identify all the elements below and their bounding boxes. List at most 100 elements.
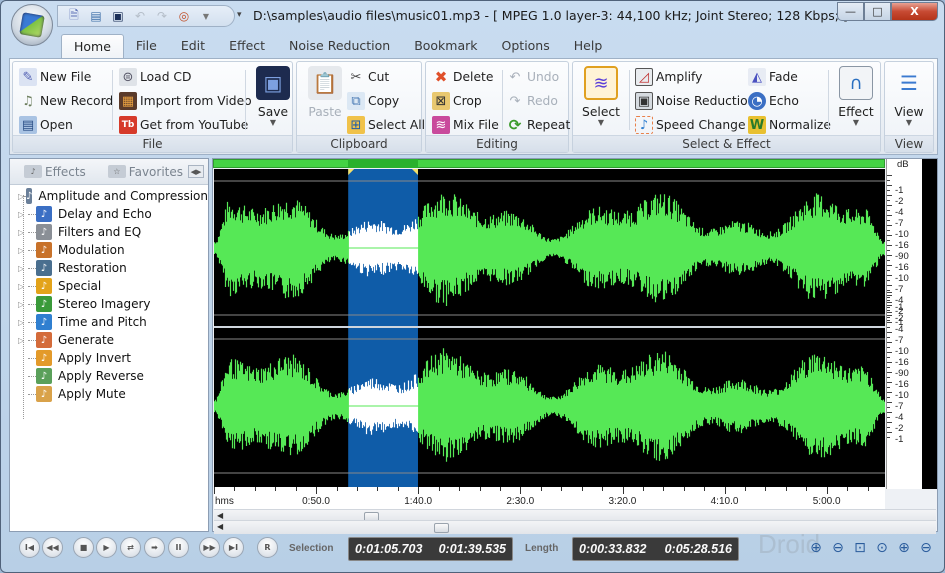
tab-noise-reduction[interactable]: Noise Reduction xyxy=(277,34,402,58)
new-file-icon[interactable]: 🗎 xyxy=(66,8,82,24)
tree-item[interactable]: ▷ ♪ Restoration xyxy=(10,259,208,277)
effect-button[interactable]: ∩ Effect ▼ xyxy=(832,66,880,136)
tree-item[interactable]: ▷ ♪ Modulation xyxy=(10,241,208,259)
tab-effect[interactable]: Effect xyxy=(217,34,277,58)
import-from-video-button[interactable]: ▦ Import from Video xyxy=(119,90,252,112)
tab-file[interactable]: File xyxy=(124,34,169,58)
zoom-out-vertical-icon[interactable]: ⊖ xyxy=(917,539,935,557)
speed-change-button[interactable]: ♪ Speed Change xyxy=(635,114,746,136)
get-from-youtube-button[interactable]: Tb Get from YouTube xyxy=(119,114,248,136)
save-icon[interactable]: ▣ xyxy=(110,8,126,24)
zoom-in-horizontal-icon[interactable]: ⊕ xyxy=(807,539,825,557)
db-tick-label: -4 xyxy=(895,412,904,423)
scroll-left-icon[interactable]: ◀ xyxy=(217,511,223,520)
timeline-tick xyxy=(234,487,236,491)
open-icon[interactable]: ▤ xyxy=(88,8,104,24)
paste-button[interactable]: 📋 Paste xyxy=(301,66,349,136)
expand-arrow-icon[interactable]: ▷ xyxy=(18,246,28,255)
cd-icon[interactable]: ◎ xyxy=(176,8,192,24)
tree-item[interactable]: ▷ ♪ Amplitude and Compression xyxy=(10,187,208,205)
new-file-button[interactable]: ✎ New File xyxy=(19,66,91,88)
minimize-button[interactable]: — xyxy=(837,2,864,21)
expand-arrow-icon[interactable]: ▷ xyxy=(18,300,28,309)
maximize-button[interactable]: □ xyxy=(864,2,891,21)
expand-arrow-icon[interactable]: ▷ xyxy=(18,318,28,327)
tree-item[interactable]: ▷ ♪ Stereo Imagery xyxy=(10,295,208,313)
tree-item[interactable]: ▷ ♪ Special xyxy=(10,277,208,295)
customize-toolbar-icon[interactable]: ▾ xyxy=(237,10,242,20)
overview-bar[interactable] xyxy=(213,159,885,168)
view-button[interactable]: ☰ View ▼ xyxy=(885,66,933,136)
delete-button[interactable]: ✖ Delete xyxy=(432,66,494,88)
app-menu-button[interactable] xyxy=(11,4,53,46)
mix-file-button[interactable]: ≋ Mix File xyxy=(432,114,499,136)
db-tick xyxy=(887,315,892,316)
tab-favorites[interactable]: ☆ Favorites xyxy=(94,165,191,179)
echo-button[interactable]: ◔ Echo xyxy=(748,90,799,112)
scroll-left-icon[interactable]: ◀ xyxy=(217,522,223,531)
fade-button[interactable]: ◭ Fade xyxy=(748,66,798,88)
cut-button[interactable]: ✂ Cut xyxy=(347,66,390,88)
load-cd-button[interactable]: ⊜ Load CD xyxy=(119,66,191,88)
pause-button[interactable]: II xyxy=(168,537,189,558)
zoom-out-horizontal-icon[interactable]: ⊖ xyxy=(829,539,847,557)
tab-effects[interactable]: ♪ Effects xyxy=(10,165,94,179)
zoom-selection-icon[interactable]: ⊡ xyxy=(851,539,869,557)
tab-help[interactable]: Help xyxy=(562,34,615,58)
save-button[interactable]: ▣ Save ▼ xyxy=(249,66,297,136)
select-button[interactable]: ≋ Select ▼ xyxy=(577,66,625,136)
chevron-down-icon[interactable]: ▼ xyxy=(198,8,214,24)
noise-reduction-button[interactable]: ▣ Noise Reduction xyxy=(635,90,756,112)
tree-item[interactable]: ♪ Apply Invert xyxy=(10,349,208,367)
expand-arrow-icon[interactable]: ▷ xyxy=(18,336,28,345)
expand-arrow-icon[interactable]: ▷ xyxy=(18,228,28,237)
tree-item[interactable]: ▷ ♪ Filters and EQ xyxy=(10,223,208,241)
expand-arrow-icon[interactable]: ▷ xyxy=(18,282,28,291)
level-meter xyxy=(922,159,937,489)
open-button[interactable]: ▤ Open xyxy=(19,114,73,136)
tab-edit[interactable]: Edit xyxy=(169,34,217,58)
app-logo-icon xyxy=(19,12,45,38)
tree-item[interactable]: ♪ Apply Mute xyxy=(10,385,208,403)
go-end-button[interactable]: ▶I xyxy=(223,537,244,558)
select-all-button[interactable]: ⊞ Select All xyxy=(347,114,425,136)
tree-item[interactable]: ▷ ♪ Delay and Echo xyxy=(10,205,208,223)
rewind-button[interactable]: ◀◀ xyxy=(42,537,63,558)
redo-icon[interactable]: ↷ xyxy=(154,8,170,24)
db-tick-label: -1 xyxy=(895,185,904,196)
new-record-button[interactable]: ♫ New Record xyxy=(19,90,113,112)
expand-arrow-icon[interactable]: ▷ xyxy=(18,264,28,273)
fast-forward-button[interactable]: ▶▶ xyxy=(199,537,220,558)
tree-item[interactable]: ▷ ♪ Generate xyxy=(10,331,208,349)
tab-home[interactable]: Home xyxy=(61,34,124,58)
tab-bookmark[interactable]: Bookmark xyxy=(402,34,489,58)
zoom-full-icon[interactable]: ⊙ xyxy=(873,539,891,557)
tree-item[interactable]: ▷ ♪ Time and Pitch xyxy=(10,313,208,331)
expand-arrow-icon[interactable]: ▷ xyxy=(18,210,28,219)
waveform-canvas[interactable] xyxy=(214,169,885,487)
crop-button[interactable]: ⊠ Crop xyxy=(432,90,482,112)
zoom-scrollbar[interactable]: ◀ xyxy=(214,520,936,534)
normalize-button[interactable]: W Normalize xyxy=(748,114,831,136)
amplitude-icon: ♪ xyxy=(26,188,33,204)
record-button[interactable]: R xyxy=(257,537,278,558)
play-button[interactable]: ▶ xyxy=(96,537,117,558)
tree-item[interactable]: ♪ Apply Reverse xyxy=(10,367,208,385)
amplify-button[interactable]: ◿ Amplify xyxy=(635,66,702,88)
panel-scroll-arrows[interactable]: ◀▶ xyxy=(188,165,204,178)
undo-icon[interactable]: ↶ xyxy=(132,8,148,24)
scroll-thumb[interactable] xyxy=(434,523,449,533)
redo-button[interactable]: ↷ Redo xyxy=(506,90,558,112)
undo-button[interactable]: ↶ Undo xyxy=(506,66,560,88)
tab-options[interactable]: Options xyxy=(490,34,562,58)
loop-button[interactable]: ⇄ xyxy=(120,537,141,558)
close-button[interactable]: X xyxy=(891,2,938,21)
play-selection-button[interactable]: ➡ xyxy=(144,537,165,558)
tree-connector xyxy=(28,285,36,287)
stop-button[interactable]: ■ xyxy=(73,537,94,558)
chevron-down-icon: ▼ xyxy=(269,118,277,127)
zoom-in-vertical-icon[interactable]: ⊕ xyxy=(895,539,913,557)
copy-button[interactable]: ⧉ Copy xyxy=(347,90,399,112)
go-start-button[interactable]: I◀ xyxy=(19,537,40,558)
repeat-button[interactable]: ⟳ Repeat xyxy=(506,114,571,136)
